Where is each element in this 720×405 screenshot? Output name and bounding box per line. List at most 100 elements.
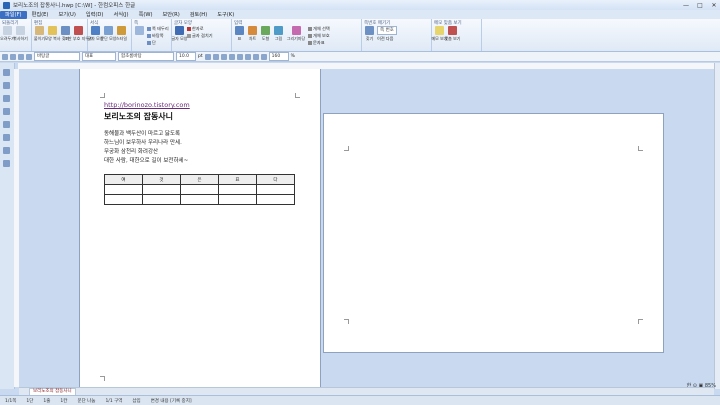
pen-icon[interactable] bbox=[3, 108, 10, 115]
minimize-button[interactable]: — bbox=[680, 1, 692, 9]
table-cell[interactable] bbox=[104, 194, 143, 205]
table-header-cell[interactable]: 표 bbox=[218, 174, 257, 185]
table-cell[interactable] bbox=[142, 194, 181, 205]
window-title: 보리노조의 잡동사니.hwp [C:\W] - 한컴오피스 한글 bbox=[13, 3, 136, 9]
symbol-item[interactable]: 문자표 bbox=[308, 40, 330, 46]
lyric-line: 동해물과 백두산이 마르고 닳도록 bbox=[104, 131, 181, 137]
bold-icon[interactable] bbox=[204, 53, 211, 60]
bookmark-icon[interactable] bbox=[3, 82, 10, 89]
menu-tools[interactable]: 도구(K) bbox=[212, 11, 239, 19]
maximize-button[interactable]: □ bbox=[694, 1, 706, 9]
table-header-cell[interactable]: 다 bbox=[256, 174, 295, 185]
vertical-scrollbar[interactable] bbox=[714, 63, 720, 389]
document-page-2[interactable] bbox=[323, 113, 664, 353]
page-border-item[interactable]: 쪽 테두리 bbox=[147, 26, 169, 32]
table-cell[interactable] bbox=[218, 184, 257, 195]
italic-icon[interactable] bbox=[212, 53, 219, 60]
new-icon[interactable] bbox=[2, 53, 8, 60]
menu-insert[interactable]: 입력(D) bbox=[81, 11, 109, 19]
char-shape2-button[interactable]: 글자 모양 bbox=[172, 26, 188, 42]
underline-icon[interactable] bbox=[220, 53, 227, 60]
clipboard-icon[interactable] bbox=[3, 121, 10, 128]
status-insert[interactable]: 삽입 bbox=[127, 398, 145, 404]
next-item[interactable]: 다음 bbox=[386, 36, 394, 42]
object-select-item[interactable]: 개체 선택 bbox=[308, 26, 330, 32]
table-cell[interactable] bbox=[180, 184, 219, 195]
page-number-select[interactable]: 쪽 번호 bbox=[377, 26, 397, 35]
style-icon bbox=[117, 26, 126, 35]
drawing-icon bbox=[291, 26, 301, 35]
table-header-cell[interactable]: 여 bbox=[104, 174, 143, 185]
hanja-item[interactable]: 한자로 bbox=[187, 26, 213, 32]
justify-icon[interactable] bbox=[260, 53, 267, 60]
align-center-icon[interactable] bbox=[244, 53, 251, 60]
lyric-line: 무궁화 삼천리 화려강산 bbox=[104, 149, 159, 155]
table-cell[interactable] bbox=[256, 184, 295, 195]
para-shape-button[interactable]: 문단 모양 bbox=[101, 26, 117, 42]
table-header-cell[interactable]: 은 bbox=[180, 174, 219, 185]
open-icon[interactable] bbox=[10, 53, 16, 60]
print-icon[interactable] bbox=[26, 53, 32, 60]
align-right-icon[interactable] bbox=[252, 53, 259, 60]
font-color-icon[interactable] bbox=[228, 53, 235, 60]
status-section: 1단 bbox=[26, 398, 34, 404]
paste-button[interactable]: 붙이기 bbox=[34, 26, 45, 42]
table-cell[interactable] bbox=[142, 184, 181, 195]
table-cell[interactable] bbox=[218, 194, 257, 205]
clear-codes-button[interactable]: 조판 부호 지우기 bbox=[64, 26, 93, 42]
menu-page[interactable]: 쪽(W) bbox=[134, 11, 158, 19]
cut-button[interactable]: 오려두기 bbox=[0, 26, 15, 42]
navigator-icon[interactable] bbox=[3, 69, 10, 76]
save-icon[interactable] bbox=[18, 53, 24, 60]
picture-button[interactable]: 그림 bbox=[273, 26, 284, 46]
table-cell[interactable] bbox=[180, 194, 219, 205]
memo-view-button[interactable]: 메모 보기 bbox=[432, 26, 448, 42]
column-item[interactable]: 단 bbox=[147, 40, 169, 46]
table-header-cell[interactable]: 것 bbox=[142, 174, 181, 185]
page-setup-button[interactable] bbox=[134, 26, 145, 46]
lyrics-text: 동해물과 백두산이 마르고 닳도록 하느님이 보우하사 우리나라 만세. 무궁화… bbox=[104, 130, 188, 166]
status-track[interactable]: 변경 내용 [기록 중지] bbox=[146, 398, 197, 404]
margin-marker bbox=[100, 376, 105, 381]
shape-button[interactable]: 도형 bbox=[260, 26, 271, 46]
document-page-1[interactable]: http://borinozo.tistory.com 보리노조의 잡동사니 동… bbox=[79, 69, 321, 389]
menu-view[interactable]: 보기(U) bbox=[53, 11, 80, 19]
fit-view-button[interactable]: 맞춤 보기 bbox=[445, 26, 461, 42]
master-page-item[interactable]: 바탕쪽 bbox=[147, 33, 169, 39]
format-copy-button[interactable]: 모양 복사 bbox=[45, 26, 61, 42]
find2-button[interactable]: 찾기 bbox=[364, 26, 375, 42]
close-button[interactable]: ✕ bbox=[708, 1, 720, 9]
table-cell[interactable] bbox=[104, 184, 143, 195]
table-button[interactable]: 표 bbox=[234, 26, 245, 46]
char-shape-button[interactable]: 글자 모양 bbox=[88, 26, 104, 42]
object-protect-item[interactable]: 개체 보호 bbox=[308, 33, 330, 39]
char-overlap-item[interactable]: 글자 겹치기 bbox=[187, 33, 213, 39]
style-select[interactable]: 바탕글 bbox=[34, 52, 80, 61]
copy-button[interactable]: 복사하기 bbox=[13, 26, 28, 42]
lang-select[interactable]: 대표 bbox=[82, 52, 116, 61]
font-select[interactable]: 함초롬바탕 bbox=[118, 52, 174, 61]
table-icon bbox=[235, 26, 244, 35]
menu-file[interactable]: 파일(F) bbox=[0, 10, 27, 19]
chart-button[interactable]: 차트 bbox=[247, 26, 258, 46]
menu-review[interactable]: 검토(H) bbox=[185, 11, 213, 19]
size-input[interactable]: 10.0 bbox=[176, 52, 196, 61]
align-left-icon[interactable] bbox=[236, 53, 243, 60]
memo-icon[interactable] bbox=[3, 134, 10, 141]
line-spacing-input[interactable]: 160 bbox=[268, 52, 289, 61]
menu-edit[interactable]: 편집(E) bbox=[27, 11, 54, 19]
columns-icon bbox=[147, 41, 151, 45]
style-button[interactable]: 스타일 bbox=[116, 26, 127, 42]
image-icon[interactable] bbox=[3, 147, 10, 154]
menu-security[interactable]: 보안(R) bbox=[158, 11, 185, 19]
table-cell[interactable] bbox=[256, 194, 295, 205]
outline-icon[interactable] bbox=[3, 95, 10, 102]
prev-item[interactable]: 이전 bbox=[377, 36, 385, 42]
drawing-button[interactable]: 그리기마당 bbox=[286, 26, 306, 46]
ribbon-group-format: 서식 글자 모양 문단 모양 스타일 bbox=[88, 19, 132, 51]
gallery-icon[interactable] bbox=[3, 160, 10, 167]
status-chars: 문단 나눔 bbox=[77, 398, 96, 404]
blog-link[interactable]: http://borinozo.tistory.com bbox=[104, 101, 190, 109]
document-table[interactable]: 여 것 은 표 다 bbox=[104, 174, 295, 205]
menu-format[interactable]: 서식(J) bbox=[108, 11, 133, 19]
